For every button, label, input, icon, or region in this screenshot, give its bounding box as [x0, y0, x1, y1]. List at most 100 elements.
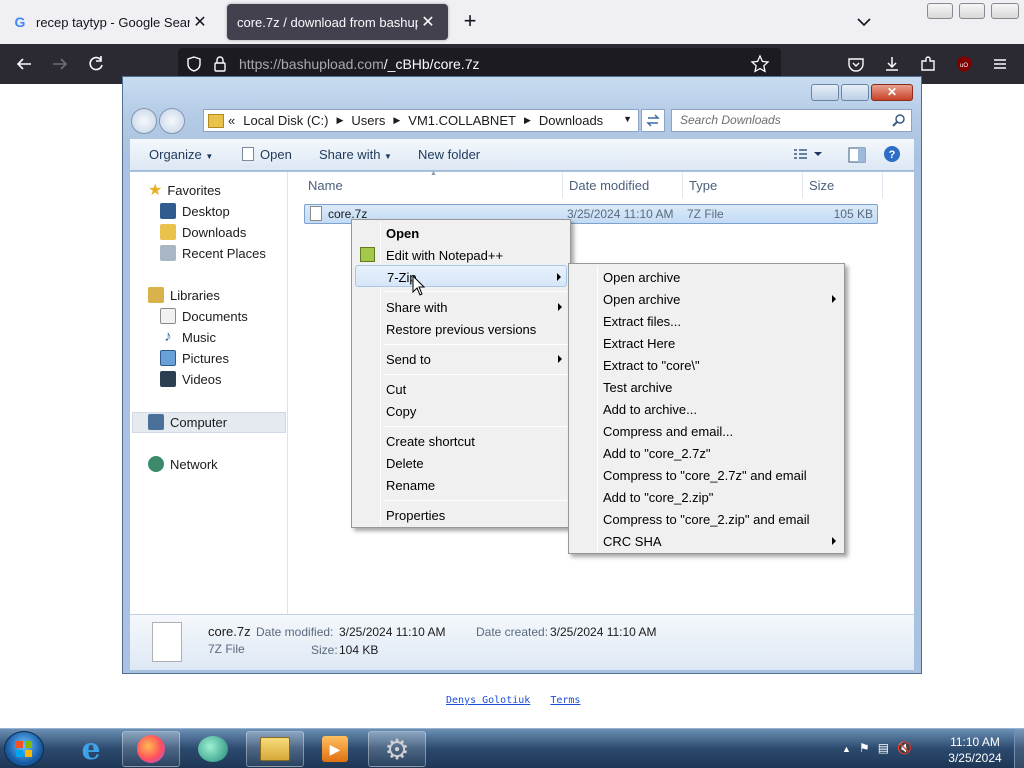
menu-item-create-shortcut[interactable]: Create shortcut	[355, 430, 567, 452]
column-header-type[interactable]: Type	[689, 178, 717, 193]
explorer-back-button[interactable]	[131, 108, 157, 134]
taskbar-firefox[interactable]	[122, 731, 180, 767]
nav-music[interactable]: ♪ Music	[160, 327, 216, 347]
network-status-icon[interactable]: ▤	[878, 741, 889, 755]
column-divider[interactable]	[882, 172, 883, 198]
breadcrumb-arrow-icon[interactable]: ▶	[393, 115, 400, 126]
close-tab-icon[interactable]: ✕	[190, 12, 210, 32]
tab-bashupload[interactable]: core.7z / download from bashuplo ✕	[227, 4, 448, 40]
menu-item-add-to-zip[interactable]: Add to "core_2.zip"	[572, 486, 841, 508]
new-folder-button[interactable]: New folder	[418, 147, 480, 162]
menu-item-copy[interactable]: Copy	[355, 400, 567, 422]
terms-link[interactable]: Terms	[550, 695, 580, 706]
explorer-minimize-button[interactable]	[811, 84, 839, 101]
menu-item-7zip[interactable]: 7-Zip	[355, 265, 567, 287]
explorer-maximize-button[interactable]	[841, 84, 869, 101]
menu-item-edit-notepad[interactable]: Edit with Notepad++	[355, 244, 567, 266]
taskbar-internet-explorer[interactable]: e	[62, 731, 120, 767]
menu-item-open-archive-sub[interactable]: Open archive	[572, 288, 841, 310]
menu-item-delete[interactable]: Delete	[355, 452, 567, 474]
menu-item-compress-7z-email[interactable]: Compress to "core_2.7z" and email	[572, 464, 841, 486]
column-divider[interactable]	[802, 172, 803, 198]
menu-item-crc-sha[interactable]: CRC SHA	[572, 530, 841, 552]
nav-favorites[interactable]: ★ Favorites	[148, 180, 221, 200]
menu-item-add-to-archive[interactable]: Add to archive...	[572, 398, 841, 420]
taskbar-windows-explorer[interactable]	[246, 731, 304, 767]
menu-item-open[interactable]: Open	[355, 222, 567, 244]
open-button[interactable]: Open	[242, 147, 292, 162]
change-view-icon[interactable]	[793, 148, 823, 163]
nav-downloads[interactable]: Downloads	[160, 222, 246, 242]
nav-recent-places[interactable]: Recent Places	[160, 243, 266, 263]
nav-libraries[interactable]: Libraries	[148, 285, 220, 305]
browser-minimize-button[interactable]	[927, 3, 953, 19]
explorer-close-button[interactable]: ✕	[871, 84, 913, 101]
breadcrumb-vm1[interactable]: VM1.COLLABNET	[408, 113, 516, 128]
column-divider[interactable]	[682, 172, 683, 198]
volume-muted-icon[interactable]: 🔇	[897, 741, 912, 755]
address-dropdown-icon[interactable]: ▼	[623, 114, 632, 124]
breadcrumb-arrow-icon[interactable]: ▶	[336, 115, 343, 126]
menu-item-restore[interactable]: Restore previous versions	[355, 318, 567, 340]
nav-network[interactable]: Network	[148, 454, 218, 474]
menu-item-compress-zip-email[interactable]: Compress to "core_2.zip" and email	[572, 508, 841, 530]
breadcrumb-overflow[interactable]: «	[228, 113, 235, 128]
forward-arrow-icon[interactable]	[48, 52, 72, 76]
ublock-origin-icon[interactable]: uO	[952, 52, 976, 76]
downloads-icon[interactable]	[880, 52, 904, 76]
nav-pictures[interactable]: Pictures	[160, 348, 229, 368]
list-all-tabs-chevron-icon[interactable]	[854, 12, 874, 32]
help-icon[interactable]: ?	[883, 145, 901, 166]
menu-item-add-to-7z[interactable]: Add to "core_2.7z"	[572, 442, 841, 464]
menu-item-compress-email[interactable]: Compress and email...	[572, 420, 841, 442]
nav-videos[interactable]: Videos	[160, 369, 222, 389]
column-header-size[interactable]: Size	[809, 178, 834, 193]
menu-item-cut[interactable]: Cut	[355, 378, 567, 400]
share-with-button[interactable]: Share with ▼	[319, 147, 392, 162]
new-tab-button[interactable]: +	[458, 10, 482, 34]
browser-maximize-button[interactable]	[959, 3, 985, 19]
lock-icon[interactable]	[212, 55, 228, 76]
show-desktop-button[interactable]	[1014, 729, 1024, 768]
breadcrumb-arrow-icon[interactable]: ▶	[524, 115, 531, 126]
column-header-date[interactable]: Date modified	[569, 178, 649, 193]
reload-icon[interactable]	[84, 52, 108, 76]
search-icon[interactable]	[892, 113, 906, 130]
hamburger-menu-icon[interactable]	[988, 52, 1012, 76]
action-center-flag-icon[interactable]: ⚑	[859, 741, 870, 755]
breadcrumb-users[interactable]: Users	[351, 113, 385, 128]
tracking-shield-icon[interactable]	[185, 55, 203, 76]
menu-item-rename[interactable]: Rename	[355, 474, 567, 496]
tab-google-search[interactable]: G recep taytyp - Google Search ✕	[2, 4, 220, 40]
menu-item-send-to[interactable]: Send to	[355, 348, 567, 370]
preview-pane-icon[interactable]	[848, 147, 866, 166]
browser-close-button[interactable]	[991, 3, 1019, 19]
taskbar-media-player[interactable]: ▶	[306, 731, 364, 767]
taskbar-clock[interactable]: 11:10 AM 3/25/2024	[940, 734, 1010, 766]
back-arrow-icon[interactable]	[12, 52, 36, 76]
nav-desktop[interactable]: Desktop	[160, 201, 230, 221]
organize-button[interactable]: Organize ▼	[149, 147, 213, 162]
start-button[interactable]	[4, 731, 44, 767]
address-bar[interactable]: « Local Disk (C:) ▶ Users ▶ VM1.COLLABNE…	[203, 109, 639, 132]
column-divider[interactable]	[562, 172, 563, 198]
bookmark-star-icon[interactable]	[750, 54, 770, 77]
menu-item-properties[interactable]: Properties	[355, 504, 567, 526]
taskbar-app-green[interactable]	[184, 731, 242, 767]
pocket-icon[interactable]	[844, 52, 868, 76]
breadcrumb-downloads[interactable]: Downloads	[539, 113, 603, 128]
author-link[interactable]: Denys Golotiuk	[446, 695, 530, 706]
explorer-forward-button[interactable]	[159, 108, 185, 134]
menu-item-extract-to-core[interactable]: Extract to "core\"	[572, 354, 841, 376]
search-downloads-input[interactable]: Search Downloads	[671, 109, 912, 132]
nav-documents[interactable]: Documents	[160, 306, 248, 326]
menu-item-open-archive[interactable]: Open archive	[572, 266, 841, 288]
menu-item-extract-here[interactable]: Extract Here	[572, 332, 841, 354]
nav-computer[interactable]: Computer	[148, 412, 227, 432]
breadcrumb-local-disk[interactable]: Local Disk (C:)	[243, 113, 328, 128]
column-header-name[interactable]: Name	[308, 178, 343, 193]
menu-item-share-with[interactable]: Share with	[355, 296, 567, 318]
menu-item-extract-files[interactable]: Extract files...	[572, 310, 841, 332]
refresh-button[interactable]	[641, 109, 665, 132]
taskbar-settings-app[interactable]: ⚙	[368, 731, 426, 767]
